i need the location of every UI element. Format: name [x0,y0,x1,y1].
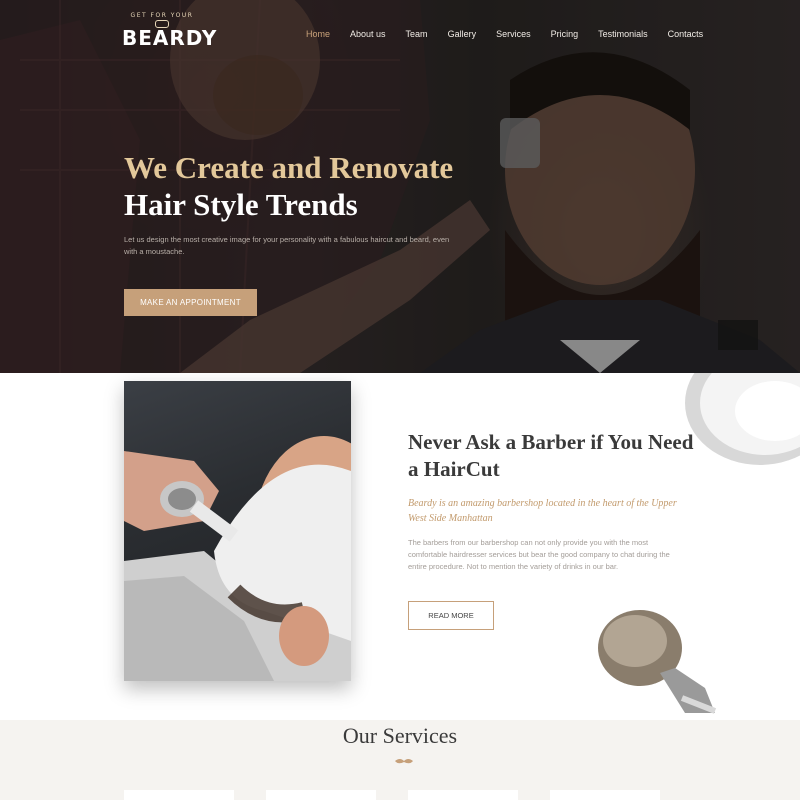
service-card[interactable] [266,790,376,800]
nav-item-contacts[interactable]: Contacts [668,29,704,39]
about-section: Never Ask a Barber if You Need a HairCut… [0,373,800,720]
logo-wordmark: BEARDY [122,26,218,50]
shaving-photo [124,381,351,681]
nav-item-about[interactable]: About us [350,29,386,39]
hero-title-line-2: Hair Style Trends [124,187,358,222]
hero-description: Let us design the most creative image fo… [124,235,450,256]
make-appointment-button[interactable]: MAKE AN APPOINTMENT [124,289,257,316]
about-body: The barbers from our barbershop can not … [408,538,670,571]
hero-title-line-1: We Create and Renovate [124,150,454,185]
shaving-bowl-image [685,373,800,465]
mustache-icon [395,759,413,764]
brand-logo[interactable]: GET FOR YOUR BEARDY [122,12,218,60]
nav-item-team[interactable]: Team [406,29,428,39]
service-card[interactable] [124,790,234,800]
nav-item-home[interactable]: Home [306,29,330,39]
nav-item-pricing[interactable]: Pricing [551,29,579,39]
nav-item-gallery[interactable]: Gallery [448,29,477,39]
logo-tagline: GET FOR YOUR [130,12,194,19]
hero-title: We Create and Renovate Hair Style Trends [124,149,453,223]
read-more-button[interactable]: READ MORE [408,601,494,630]
hero-section: GET FOR YOUR BEARDY Home About us Team G… [0,0,800,373]
services-title: Our Services [342,723,458,748]
services-section: Our Services [0,720,800,800]
service-card[interactable] [408,790,518,800]
nav-item-testimonials[interactable]: Testimonials [598,29,648,39]
main-nav: Home About us Team Gallery Services Pric… [306,29,723,39]
nav-item-services[interactable]: Services [496,29,531,39]
service-card[interactable] [550,790,660,800]
shaving-brush-image [598,610,717,714]
about-lead: Beardy is an amazing barbershop located … [408,498,677,524]
about-title: Never Ask a Barber if You Need a HairCut [408,430,694,481]
